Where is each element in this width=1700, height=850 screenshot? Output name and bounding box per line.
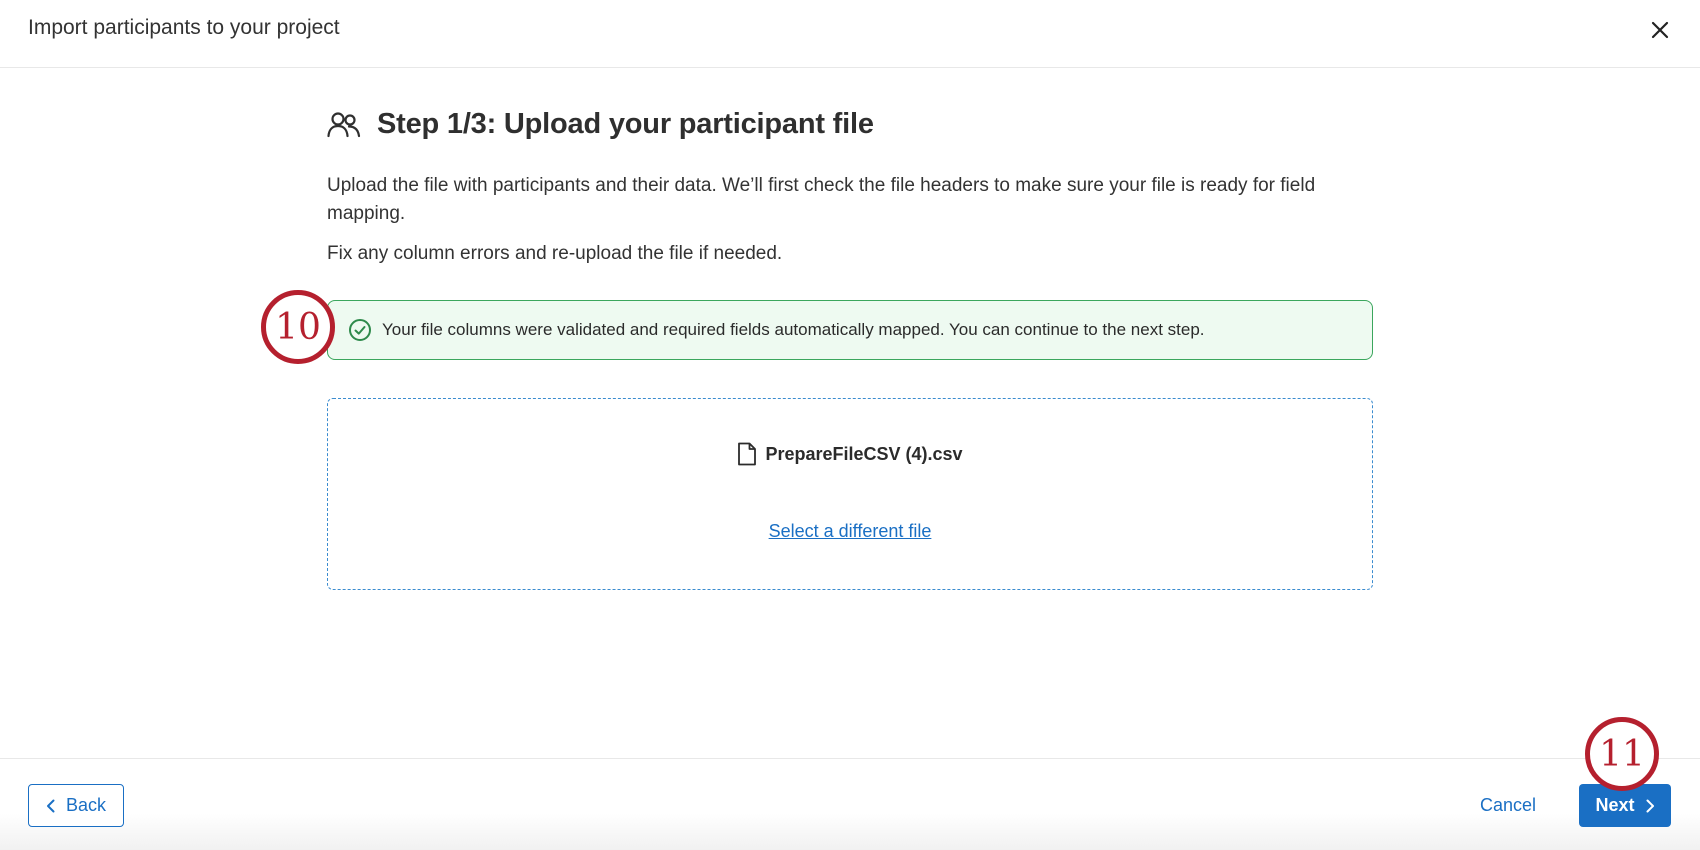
chevron-left-icon <box>46 799 56 813</box>
chevron-right-icon <box>1645 799 1655 813</box>
next-button-label: Next <box>1595 795 1635 815</box>
validation-success-alert: Your file columns were validated and req… <box>327 300 1373 360</box>
dialog-title: Import participants to your project <box>28 16 340 39</box>
file-dropzone[interactable]: PrepareFileCSV (4).csv Select a differen… <box>327 398 1373 590</box>
callout-marker-11: 11 <box>1585 717 1659 791</box>
file-icon <box>737 441 759 467</box>
participants-icon <box>327 109 363 141</box>
select-different-file-link[interactable]: Select a different file <box>328 521 1372 542</box>
alert-text: Your file columns were validated and req… <box>382 320 1205 339</box>
close-icon <box>1651 21 1669 39</box>
dialog-footer: Back Cancel Next <box>0 758 1700 850</box>
step-header: Step 1/3: Upload your participant file <box>327 108 874 141</box>
cancel-button[interactable]: Cancel <box>1480 795 1536 816</box>
step-title: Step 1/3: Upload your participant file <box>377 108 874 140</box>
back-button[interactable]: Back <box>28 784 124 827</box>
step-note: Fix any column errors and re-upload the … <box>327 243 783 264</box>
check-circle-icon <box>348 318 372 342</box>
step-description: Upload the file with participants and th… <box>327 175 1316 224</box>
close-button[interactable] <box>1644 14 1676 46</box>
dialog-header: Import participants to your project <box>0 0 1700 68</box>
file-name: PrepareFileCSV (4).csv <box>765 443 963 464</box>
callout-marker-10: 10 <box>261 290 335 364</box>
back-button-label: Back <box>65 795 107 815</box>
uploaded-file: PrepareFileCSV (4).csv <box>328 441 1372 467</box>
